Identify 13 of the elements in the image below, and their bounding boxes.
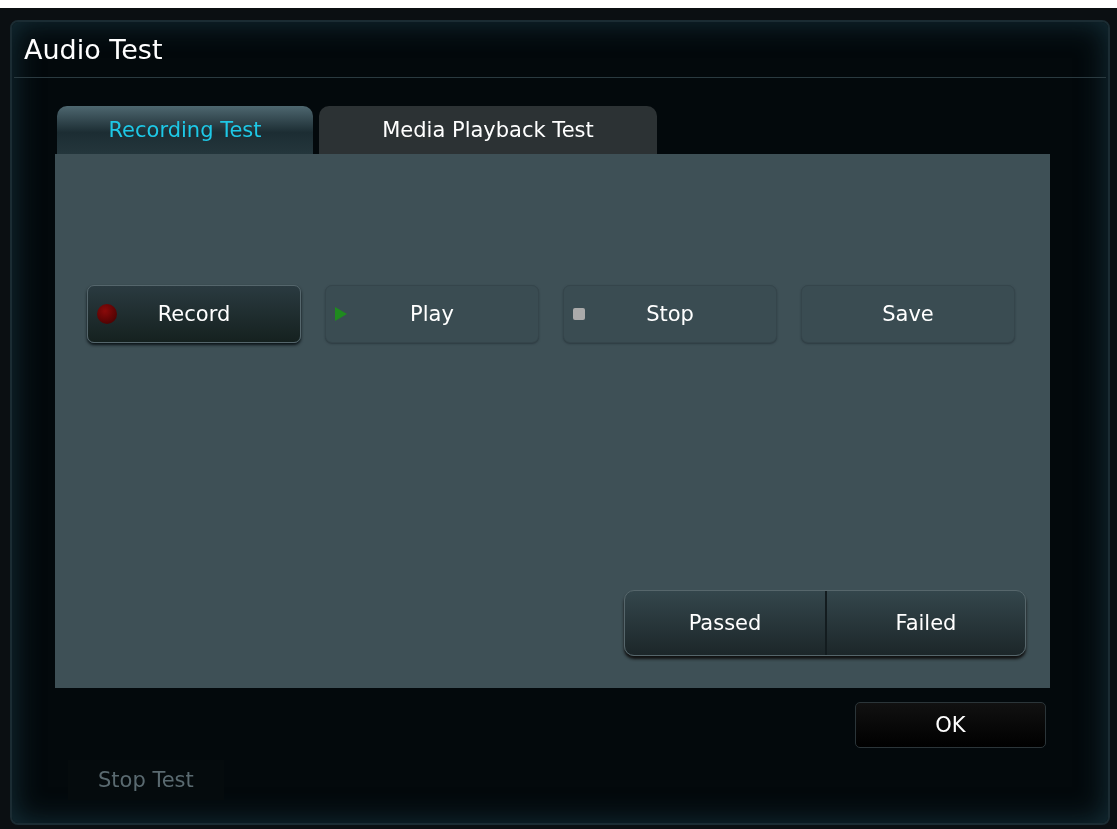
tab[interactable]: Recording Test (57, 106, 313, 154)
control-button[interactable]: Play (325, 285, 539, 343)
control-button[interactable]: Record (87, 285, 301, 343)
verdict-button[interactable]: Passed (625, 591, 825, 655)
control-button[interactable]: Save (801, 285, 1015, 343)
verdict-button[interactable]: Failed (825, 591, 1025, 655)
ok-button[interactable]: OK (855, 702, 1046, 748)
control-button[interactable]: Stop (563, 285, 777, 343)
window-title: Audio Test (24, 34, 164, 67)
tab[interactable]: Media Playback Test (319, 106, 657, 154)
play-icon (335, 307, 347, 321)
stop-icon (573, 308, 585, 320)
record-icon (97, 304, 117, 324)
